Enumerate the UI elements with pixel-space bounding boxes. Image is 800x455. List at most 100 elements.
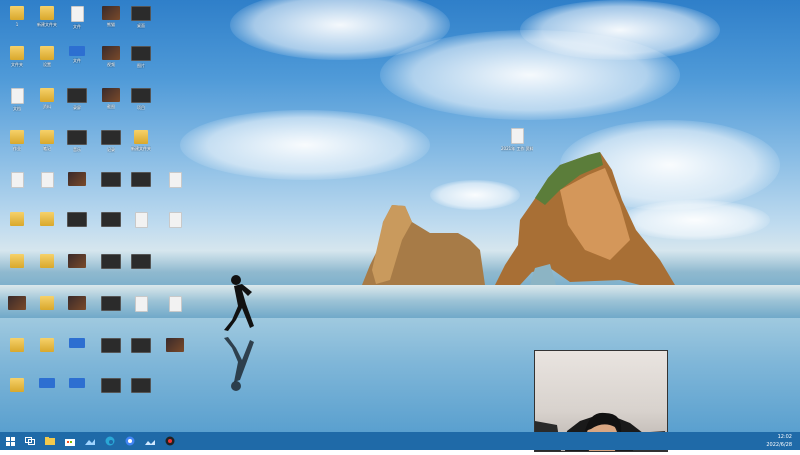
app-icon bbox=[101, 378, 121, 393]
document-icon bbox=[40, 172, 54, 188]
desktop-icon-app[interactable] bbox=[62, 212, 92, 244]
desktop-icon-folder[interactable]: 资料 bbox=[32, 88, 62, 120]
desktop-icon-app[interactable] bbox=[62, 338, 92, 370]
desktop-icon-app[interactable]: 项目 bbox=[126, 88, 156, 120]
image-thumbnail-icon bbox=[68, 254, 86, 268]
desktop-icon-folder[interactable]: 作业 bbox=[2, 130, 32, 162]
folder-icon bbox=[40, 88, 54, 102]
image-viewer-icon[interactable] bbox=[140, 432, 160, 450]
desktop-icon-folder[interactable] bbox=[2, 378, 32, 410]
desktop-icon-app[interactable] bbox=[62, 378, 92, 410]
desktop-icon-image[interactable] bbox=[160, 338, 190, 370]
desktop-icon-app[interactable] bbox=[126, 338, 156, 370]
video-thumbnail-icon bbox=[67, 88, 87, 103]
desktop-icon-folder[interactable]: 文件夹 bbox=[2, 46, 32, 78]
desktop-icon-folder[interactable] bbox=[2, 338, 32, 370]
desktop-icon-app[interactable]: 文件 bbox=[62, 46, 92, 78]
desktop-icon-app[interactable]: 音乐 bbox=[62, 130, 92, 162]
desktop-icon-image[interactable] bbox=[2, 296, 32, 328]
windows-start-icon[interactable] bbox=[0, 432, 20, 450]
desktop-icon-folder[interactable]: 笔记 bbox=[32, 130, 62, 162]
desktop-icon-image[interactable]: 截图 bbox=[96, 88, 126, 120]
document-icon bbox=[510, 128, 524, 144]
image-thumbnail-icon bbox=[166, 338, 184, 352]
desktop-icon-image[interactable]: 图片 bbox=[126, 46, 156, 78]
desktop-icon-app[interactable] bbox=[32, 378, 62, 410]
desktop-icon-app[interactable]: 记录 bbox=[96, 130, 126, 162]
edge-browser-icon[interactable] bbox=[100, 432, 120, 450]
app-icon bbox=[69, 338, 85, 348]
desktop-icon-folder[interactable] bbox=[2, 254, 32, 286]
desktop-icon-app[interactable] bbox=[96, 296, 126, 328]
folder-icon bbox=[10, 6, 24, 20]
desktop-icon-doc[interactable] bbox=[160, 296, 190, 328]
document-icon bbox=[168, 212, 182, 228]
desktop-icon-app[interactable] bbox=[126, 254, 156, 286]
desktop-icon-app[interactable]: 桌面 bbox=[126, 6, 156, 38]
desktop-icon-doc[interactable] bbox=[160, 172, 190, 204]
app-icon bbox=[101, 172, 121, 187]
desktop-icon-app[interactable] bbox=[96, 338, 126, 370]
chrome-browser-icon[interactable] bbox=[120, 432, 140, 450]
desktop-icon-app[interactable] bbox=[126, 212, 156, 244]
file-explorer-icon[interactable] bbox=[40, 432, 60, 450]
desktop-icon-doc[interactable] bbox=[2, 172, 32, 204]
app-icon bbox=[131, 338, 151, 353]
desktop-icon-folder[interactable] bbox=[32, 338, 62, 370]
store-icon[interactable] bbox=[60, 432, 80, 450]
app-icon bbox=[101, 296, 121, 311]
desktop-icon-doc[interactable]: 2021年 工作 资料 bbox=[501, 128, 533, 160]
clock-time: 12:02 bbox=[777, 434, 792, 440]
desktop-icon-folder[interactable]: 1 bbox=[2, 6, 32, 38]
folder-icon bbox=[10, 212, 24, 226]
photos-icon[interactable] bbox=[80, 432, 100, 450]
folder-icon bbox=[10, 46, 24, 60]
desktop-icon-app[interactable] bbox=[126, 172, 156, 204]
desktop-icon-folder[interactable] bbox=[32, 254, 62, 286]
app-icon bbox=[39, 378, 55, 388]
desktop-icon-app[interactable] bbox=[96, 212, 126, 244]
app-icon bbox=[131, 378, 151, 393]
desktop-icon-doc[interactable] bbox=[32, 172, 62, 204]
folder-icon bbox=[134, 130, 148, 144]
folder-icon bbox=[40, 212, 54, 226]
desktop-icon-doc[interactable] bbox=[160, 212, 190, 244]
app-icon bbox=[101, 254, 121, 269]
folder-icon bbox=[10, 378, 24, 392]
desktop-icon-folder[interactable] bbox=[32, 212, 62, 244]
desktop-icon-doc[interactable]: 文档 bbox=[2, 88, 32, 120]
desktop-icon-image[interactable]: 熊猫 bbox=[96, 6, 126, 38]
folder-icon bbox=[40, 46, 54, 60]
image-thumbnail-icon bbox=[102, 88, 120, 102]
desktop-icon-folder[interactable] bbox=[32, 296, 62, 328]
desktop-icon-folder[interactable]: 新建文件夹 bbox=[32, 6, 62, 38]
folder-icon bbox=[40, 254, 54, 268]
desktop-icon-doc[interactable] bbox=[126, 296, 156, 328]
desktop-icon-image[interactable] bbox=[62, 172, 92, 204]
desktop-icon-image[interactable] bbox=[62, 296, 92, 328]
record-icon[interactable] bbox=[160, 432, 180, 450]
desktop-icon-app[interactable] bbox=[96, 378, 126, 410]
desktop-icon-app[interactable] bbox=[96, 172, 126, 204]
desktop-icon-folder[interactable]: 新建文件夹 bbox=[126, 130, 156, 162]
beach bbox=[0, 318, 800, 432]
image-thumbnail-icon bbox=[68, 172, 86, 186]
folder-icon bbox=[40, 296, 54, 310]
folder-icon bbox=[40, 338, 54, 352]
system-clock[interactable]: 12:02 2022/6/28 bbox=[766, 433, 792, 449]
image-thumbnail-icon bbox=[131, 46, 151, 61]
app-icon bbox=[131, 254, 151, 269]
desktop-icon-image[interactable] bbox=[62, 254, 92, 286]
app-icon bbox=[69, 378, 85, 388]
desktop-icon-video[interactable]: 录屏 bbox=[62, 88, 92, 120]
app-icon bbox=[101, 338, 121, 353]
desktop-icon-video[interactable]: 视频 bbox=[96, 46, 126, 78]
desktop-icon-app[interactable] bbox=[126, 378, 156, 410]
app-icon bbox=[131, 172, 151, 187]
document-icon bbox=[10, 88, 24, 104]
desktop-icon-app[interactable] bbox=[96, 254, 126, 286]
desktop-icon-folder[interactable]: 设置 bbox=[32, 46, 62, 78]
desktop-icon-doc[interactable]: 文件 bbox=[62, 6, 92, 38]
desktop-icon-folder[interactable] bbox=[2, 212, 32, 244]
task-view-icon[interactable] bbox=[20, 432, 40, 450]
